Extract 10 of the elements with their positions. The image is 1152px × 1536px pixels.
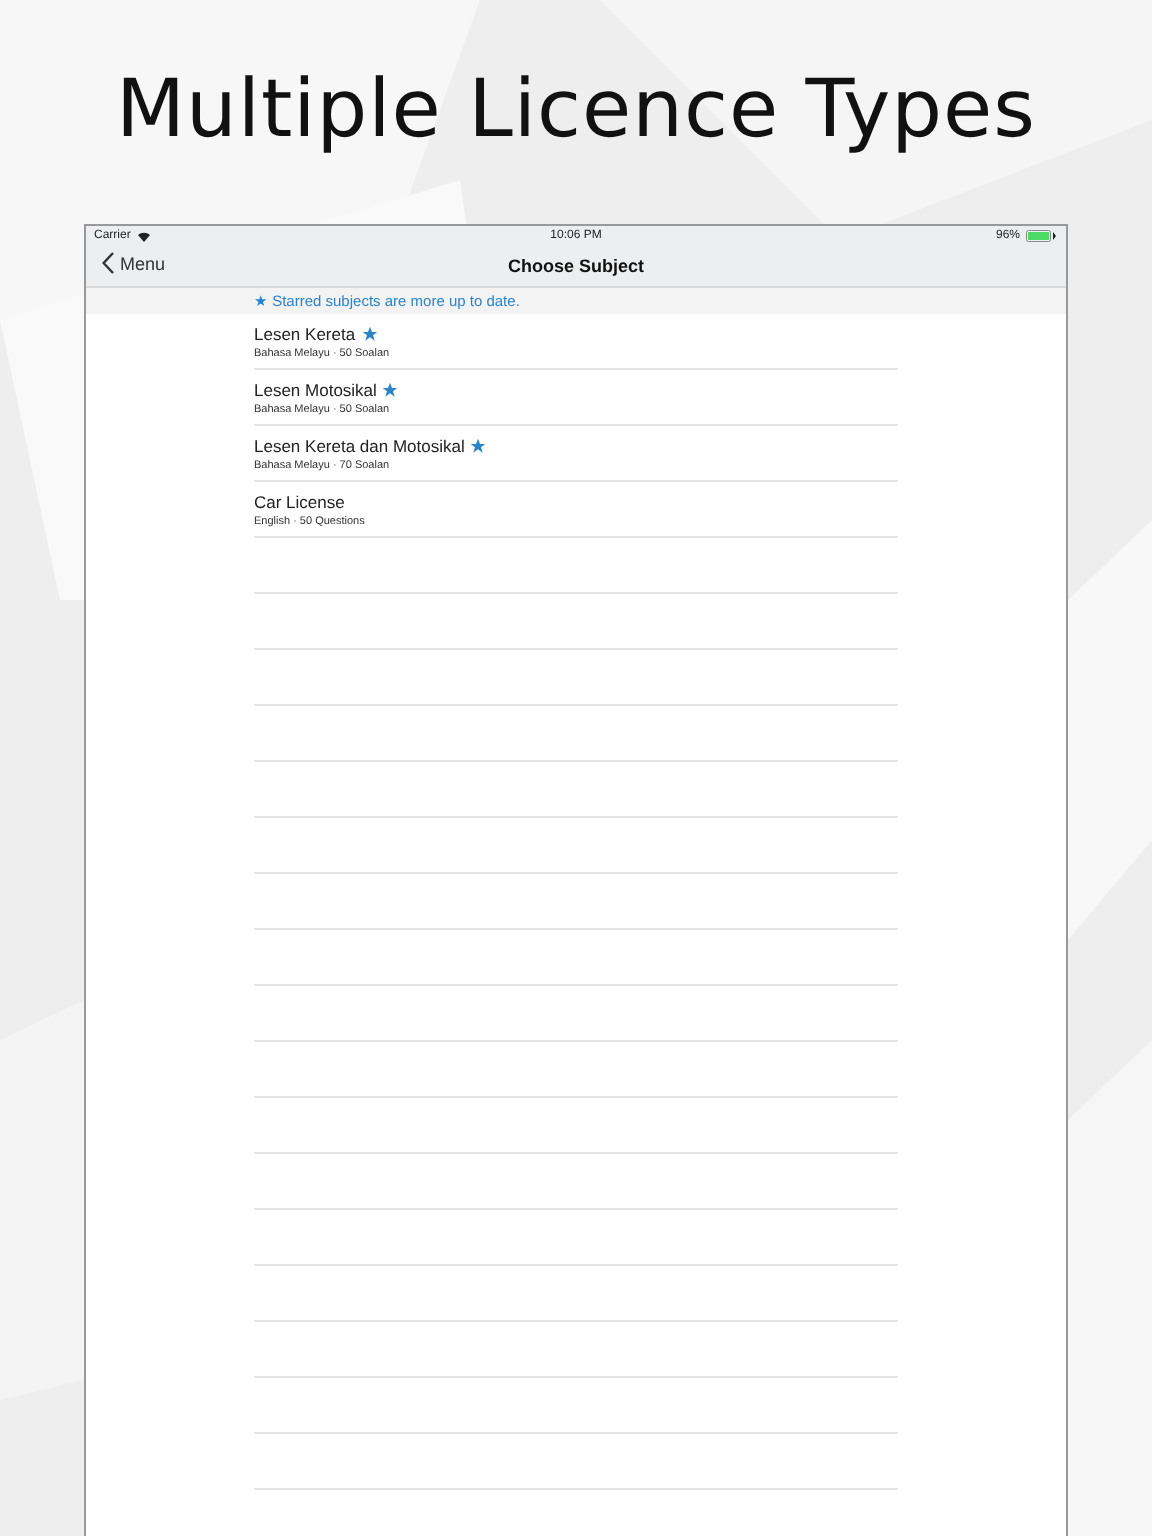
wifi-icon	[136, 230, 153, 242]
back-button[interactable]: Menu	[102, 252, 166, 274]
subject-title: Lesen Kereta	[254, 323, 356, 343]
battery-icon	[1026, 230, 1058, 242]
subject-title: Lesen Kereta dan Motosikal	[254, 435, 465, 455]
chevron-left-icon	[102, 252, 114, 274]
nav-title: Choose Subject	[507, 256, 644, 276]
subject-title: Car License	[254, 491, 345, 511]
subject-title: Lesen Motosikal	[254, 379, 377, 399]
headline: Multiple Licence Types	[116, 64, 1036, 160]
